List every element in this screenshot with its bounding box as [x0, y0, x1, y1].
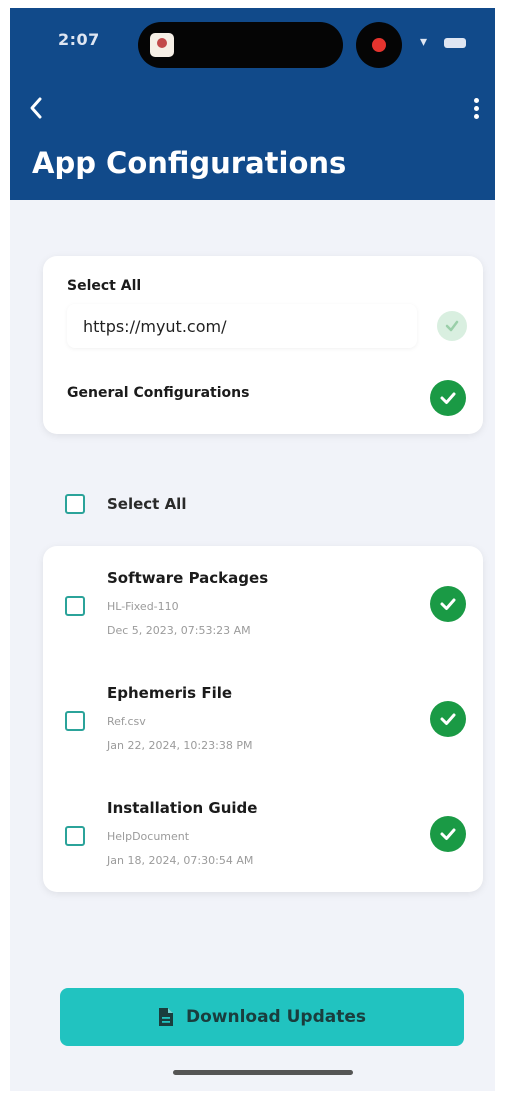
- item-subtitle: HelpDocument: [107, 830, 190, 843]
- download-updates-button[interactable]: Download Updates: [60, 988, 464, 1046]
- item-check-icon: [430, 816, 466, 852]
- item-check-icon: [430, 701, 466, 737]
- general-config-card: Select All General Configurations: [43, 256, 483, 434]
- select-all-label: Select All: [107, 495, 187, 513]
- item-checkbox[interactable]: [65, 596, 85, 616]
- select-all-row[interactable]: Select All: [65, 486, 365, 522]
- config-select-all-label: Select All: [67, 278, 142, 294]
- app-screen: 2:07 ▾ App Configurations Select All htt…: [10, 8, 495, 1091]
- app-thumbnail-icon: [150, 33, 174, 57]
- status-time: 2:07: [58, 30, 100, 49]
- download-updates-label: Download Updates: [185, 1007, 367, 1027]
- record-icon: [372, 38, 386, 52]
- url-check-icon: [437, 311, 467, 341]
- general-configurations-label: General Configurations: [67, 385, 250, 401]
- list-item[interactable]: Installation Guide HelpDocument Jan 18, …: [43, 776, 483, 891]
- item-title: Software Packages: [107, 569, 269, 587]
- select-all-checkbox[interactable]: [65, 494, 85, 514]
- recording-indicator: [356, 22, 402, 68]
- home-indicator: [173, 1070, 353, 1075]
- header: 2:07 ▾ App Configurations: [10, 8, 495, 200]
- chevron-left-icon: [30, 97, 42, 119]
- dynamic-island: [138, 22, 343, 68]
- item-title: Ephemeris File: [107, 684, 233, 702]
- more-vertical-icon: [473, 97, 479, 103]
- general-check-icon: [430, 380, 466, 416]
- item-check-icon: [430, 586, 466, 622]
- list-item[interactable]: Software Packages HL-Fixed-110 Dec 5, 20…: [43, 546, 483, 661]
- item-subtitle: HL-Fixed-110: [107, 600, 179, 613]
- item-checkbox[interactable]: [65, 711, 85, 731]
- page-title: App Configurations: [32, 146, 347, 180]
- wifi-icon: ▾: [420, 34, 428, 50]
- item-date: Jan 18, 2024, 07:30:54 AM: [107, 854, 254, 867]
- item-date: Jan 22, 2024, 10:23:38 PM: [107, 739, 253, 752]
- list-item[interactable]: Ephemeris File Ref.csv Jan 22, 2024, 10:…: [43, 661, 483, 776]
- updates-list-card: Software Packages HL-Fixed-110 Dec 5, 20…: [43, 546, 483, 892]
- file-icon: [158, 1008, 173, 1026]
- item-subtitle: Ref.csv: [107, 715, 146, 728]
- status-icons: ▾: [420, 32, 475, 52]
- item-title: Installation Guide: [107, 799, 258, 817]
- more-options-button[interactable]: [464, 90, 488, 126]
- item-date: Dec 5, 2023, 07:53:23 AM: [107, 624, 251, 637]
- url-input[interactable]: [67, 304, 417, 348]
- battery-icon: [444, 38, 466, 48]
- item-checkbox[interactable]: [65, 826, 85, 846]
- back-button[interactable]: [20, 90, 52, 126]
